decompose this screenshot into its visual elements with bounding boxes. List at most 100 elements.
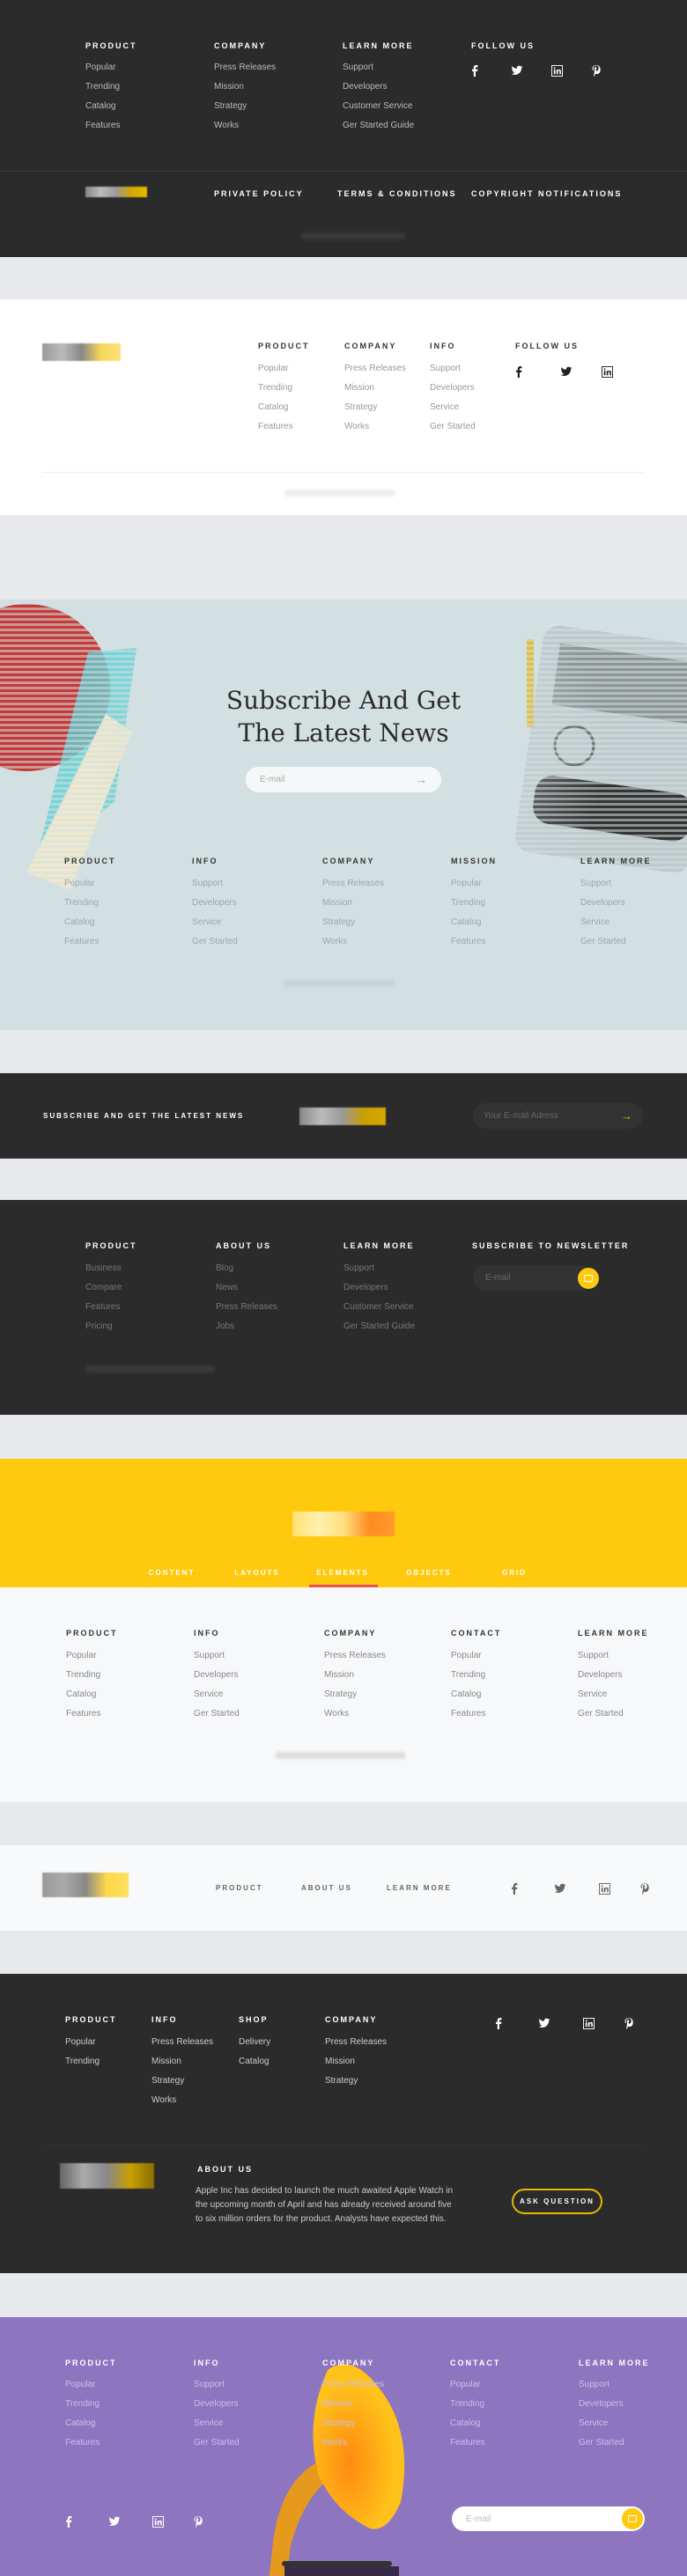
- footer-link[interactable]: Catalog: [258, 402, 288, 413]
- footer-link[interactable]: Ger Started: [194, 2438, 240, 2448]
- footer-link[interactable]: Compare: [85, 1283, 122, 1293]
- footer-link[interactable]: Features: [258, 422, 292, 432]
- footer-link[interactable]: Features: [66, 1709, 100, 1719]
- twitter-icon[interactable]: [559, 364, 573, 379]
- footer-link[interactable]: Popular: [64, 879, 94, 889]
- footer-link[interactable]: Service: [194, 1689, 223, 1700]
- footer-link[interactable]: Developers: [192, 898, 237, 909]
- footer-link[interactable]: Press Releases: [151, 2037, 213, 2048]
- twitter-icon[interactable]: [537, 2016, 551, 2030]
- footer-link[interactable]: Trending: [64, 898, 99, 909]
- ask-question-button[interactable]: ASK QUESTION: [512, 2189, 602, 2214]
- footer-link[interactable]: Developers: [580, 898, 625, 909]
- footer-link[interactable]: Mission: [325, 2057, 355, 2067]
- twitter-icon[interactable]: [107, 2514, 122, 2528]
- bottom-link[interactable]: TERMS & CONDITIONS: [337, 188, 457, 199]
- footer-link[interactable]: Blog: [216, 1263, 233, 1274]
- linkedin-icon[interactable]: [600, 364, 614, 379]
- nav-tab-layouts[interactable]: LAYOUTS: [234, 1568, 280, 1579]
- twitter-icon[interactable]: [510, 63, 524, 77]
- nav-link[interactable]: LEARN MORE: [387, 1883, 452, 1894]
- footer-link[interactable]: Mission: [151, 2057, 181, 2067]
- linkedin-icon[interactable]: [597, 1881, 611, 1895]
- linkedin-icon[interactable]: [151, 2514, 165, 2528]
- footer-link[interactable]: Works: [344, 422, 369, 432]
- footer-link[interactable]: News: [216, 1283, 238, 1293]
- facebook-icon[interactable]: [491, 2016, 506, 2030]
- footer-link[interactable]: Developers: [579, 2399, 624, 2410]
- pinterest-icon[interactable]: [191, 2514, 205, 2528]
- nav-tab-grid[interactable]: GRID: [502, 1568, 527, 1579]
- footer-link[interactable]: Trending: [65, 2399, 100, 2410]
- pinterest-icon[interactable]: [622, 2016, 636, 2030]
- facebook-icon[interactable]: [62, 2514, 76, 2528]
- footer-link[interactable]: Press Releases: [322, 2380, 384, 2390]
- footer-link[interactable]: Support: [192, 879, 223, 889]
- footer-link[interactable]: Press Releases: [214, 63, 276, 73]
- footer-link[interactable]: Works: [324, 1709, 349, 1719]
- facebook-icon[interactable]: [507, 1881, 521, 1895]
- footer-link[interactable]: Service: [580, 917, 609, 928]
- footer-link[interactable]: Ger Started: [430, 422, 476, 432]
- footer-link[interactable]: Developers: [194, 2399, 239, 2410]
- newsletter-email-input[interactable]: E-mail: [473, 1265, 593, 1291]
- footer-link[interactable]: Popular: [450, 2380, 480, 2390]
- arrow-right-icon[interactable]: →: [621, 1109, 632, 1122]
- footer-link[interactable]: Pricing: [85, 1321, 113, 1332]
- footer-link[interactable]: Ger Started Guide: [343, 121, 414, 131]
- footer-link[interactable]: Press Releases: [344, 364, 406, 374]
- facebook-icon[interactable]: [512, 364, 526, 379]
- footer-link[interactable]: Catalog: [66, 1689, 96, 1700]
- footer-link[interactable]: Strategy: [322, 2418, 355, 2429]
- footer-link[interactable]: Developers: [430, 383, 475, 394]
- footer-link[interactable]: Features: [85, 1302, 120, 1313]
- purple-email-input[interactable]: E-mail: [452, 2506, 645, 2531]
- footer-link[interactable]: Strategy: [322, 917, 355, 928]
- footer-link[interactable]: Catalog: [451, 1689, 481, 1700]
- footer-link[interactable]: Press Releases: [325, 2037, 387, 2048]
- footer-link[interactable]: Works: [322, 2438, 347, 2448]
- pinterest-icon[interactable]: [589, 63, 603, 77]
- nav-tab-content[interactable]: CONTENT: [149, 1568, 196, 1579]
- footer-link[interactable]: Catalog: [65, 2418, 95, 2429]
- footer-link[interactable]: Mission: [344, 383, 374, 394]
- footer-link[interactable]: Customer Service: [344, 1302, 413, 1313]
- footer-link[interactable]: Features: [65, 2438, 100, 2448]
- footer-link[interactable]: Ger Started: [192, 937, 238, 947]
- footer-link[interactable]: Trending: [451, 898, 485, 909]
- footer-link[interactable]: Support: [344, 1263, 374, 1274]
- footer-link[interactable]: Popular: [451, 879, 481, 889]
- footer-link[interactable]: Popular: [451, 1651, 481, 1661]
- footer-link[interactable]: Press Releases: [216, 1302, 277, 1313]
- footer-link[interactable]: Popular: [66, 1651, 96, 1661]
- footer-link[interactable]: Press Releases: [322, 879, 384, 889]
- hero-email-input[interactable]: E-mail →: [246, 767, 441, 792]
- footer-link[interactable]: Mission: [324, 1670, 354, 1681]
- footer-link[interactable]: Press Releases: [324, 1651, 386, 1661]
- footer-link[interactable]: Support: [343, 63, 373, 73]
- footer-link[interactable]: Support: [580, 879, 611, 889]
- arrow-right-icon[interactable]: →: [416, 773, 427, 786]
- pinterest-icon[interactable]: [638, 1881, 652, 1895]
- footer-link[interactable]: Trending: [258, 383, 292, 394]
- footer-link[interactable]: Strategy: [214, 101, 247, 112]
- bottom-link[interactable]: PRIVATE POLICY: [214, 188, 304, 199]
- nav-link[interactable]: ABOUT US: [301, 1883, 352, 1894]
- footer-link[interactable]: Ger Started: [580, 937, 626, 947]
- footer-link[interactable]: Trending: [85, 82, 120, 92]
- linkedin-icon[interactable]: [550, 63, 564, 77]
- footer-link[interactable]: Strategy: [151, 2076, 184, 2087]
- footer-link[interactable]: Catalog: [450, 2418, 480, 2429]
- nav-link[interactable]: PRODUCT: [216, 1883, 263, 1894]
- footer-link[interactable]: Trending: [450, 2399, 484, 2410]
- footer-link[interactable]: Catalog: [85, 101, 115, 112]
- footer-link[interactable]: Service: [578, 1689, 607, 1700]
- footer-link[interactable]: Service: [192, 917, 221, 928]
- footer-link[interactable]: Support: [430, 364, 461, 374]
- footer-link[interactable]: Features: [451, 937, 485, 947]
- footer-link[interactable]: Catalog: [64, 917, 94, 928]
- footer-link[interactable]: Catalog: [239, 2057, 269, 2067]
- footer-link[interactable]: Service: [194, 2418, 223, 2429]
- footer-link[interactable]: Support: [194, 1651, 225, 1661]
- footer-link[interactable]: Popular: [65, 2380, 95, 2390]
